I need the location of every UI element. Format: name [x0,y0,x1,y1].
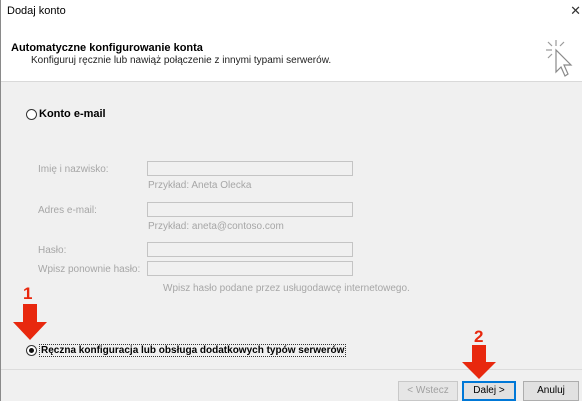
manual-config-radio[interactable] [26,345,37,356]
email-hint: Przykład: aneta@contoso.com [148,221,284,232]
email-label: Adres e-mail: [38,205,97,216]
step-1-marker: 1 [23,284,33,303]
close-icon[interactable]: ✕ [570,3,581,19]
step-2-arrow-icon [462,345,496,379]
step-1-arrow-icon [13,304,47,340]
wizard-header: Automatyczne konfigurowanie konta Konfig… [1,22,582,82]
step-2-marker: 2 [474,327,484,346]
name-hint: Przykład: Aneta Olecka [148,180,252,191]
email-account-radio[interactable] [26,109,37,120]
password-retype-label: Wpisz ponownie hasło: [38,264,141,275]
password-hint: Wpisz hasło podane przez usługodawcę int… [163,283,410,294]
header-title: Automatyczne konfigurowanie konta [11,42,203,54]
back-button[interactable]: < Wstecz [398,381,458,401]
wizard-cursor-icon [546,40,573,77]
password-label: Hasło: [38,245,67,256]
email-account-label[interactable]: Konto e-mail [39,108,106,120]
wizard-content [1,83,582,368]
next-button[interactable]: Dalej > [462,381,516,401]
password-retype-input[interactable] [147,261,353,276]
cancel-button[interactable]: Anuluj [523,381,579,401]
password-input[interactable] [147,242,353,257]
header-subtitle: Konfiguruj ręcznie lub nawiąż połączenie… [31,55,332,66]
email-input[interactable] [147,202,353,217]
name-label: Imię i nazwisko: [38,164,109,175]
name-input[interactable] [147,161,353,176]
manual-config-label[interactable]: Ręczna konfiguracja lub obsługa dodatkow… [39,344,347,357]
title-bar: Dodaj konto ✕ [1,0,582,22]
window-title: Dodaj konto [7,5,66,17]
add-account-dialog: Dodaj konto ✕ Automatyczne konfigurowani… [0,0,582,401]
